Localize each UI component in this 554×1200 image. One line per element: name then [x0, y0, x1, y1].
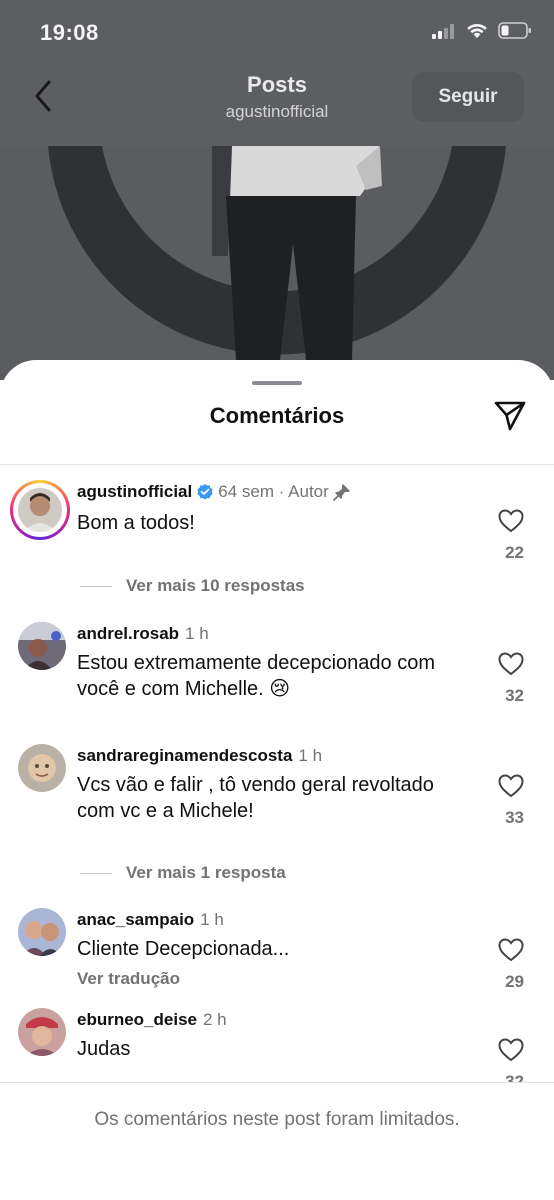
like-count: 29: [505, 972, 524, 991]
status-icons: [432, 22, 532, 39]
comment-meta: 2 h: [203, 1010, 227, 1029]
like-count: 32: [505, 686, 524, 705]
view-more-replies[interactable]: Ver mais 1 resposta: [80, 863, 286, 883]
sheet-grabber[interactable]: [252, 381, 302, 385]
heart-icon[interactable]: [498, 509, 524, 533]
verified-badge-icon: [197, 484, 213, 500]
see-translation-link[interactable]: Ver tradução: [77, 969, 180, 989]
comments-limited-footer: Os comentários neste post foram limitado…: [0, 1082, 554, 1200]
view-more-replies[interactable]: Ver mais 10 respostas: [80, 576, 305, 596]
dimmed-background[interactable]: 19:08 Posts agustinofficial Seguir: [0, 0, 554, 380]
post-photo: [0, 146, 554, 380]
post-image[interactable]: [0, 146, 554, 380]
comment-meta: 1 h: [298, 746, 323, 765]
wifi-icon: [467, 23, 487, 38]
status-bar: 19:08: [0, 0, 554, 60]
comment-meta: 1 h: [200, 910, 224, 929]
comment-username[interactable]: anac_sampaio: [77, 910, 194, 930]
avatar[interactable]: [18, 908, 66, 956]
comment-username[interactable]: eburneo_deise: [77, 1010, 197, 1030]
share-button[interactable]: [492, 398, 528, 434]
comments-limited-notice: Os comentários neste post foram limitado…: [94, 1109, 460, 1130]
comment-username[interactable]: andrel.rosab: [77, 624, 179, 644]
like-count: 33: [505, 808, 524, 827]
comment-text: Vcs vão e falir , tô vendo geral revolta…: [77, 774, 434, 822]
send-icon: [494, 401, 526, 431]
sheet-divider: [0, 464, 554, 465]
comment-meta: 64 sem · Autor: [218, 482, 329, 501]
heart-icon[interactable]: [498, 938, 524, 962]
comment-text: Cliente Decepcionada...: [77, 938, 290, 960]
comment-username[interactable]: agustinofficial: [77, 482, 192, 502]
comment-text: Estou extremamente decepcionado com você…: [77, 652, 435, 700]
follow-button[interactable]: Seguir: [412, 72, 524, 122]
nav-bar: Posts agustinofficial Seguir: [0, 62, 554, 146]
avatar[interactable]: [18, 1008, 66, 1056]
comments-sheet: Comentários agustinofficial 64 sem · Aut…: [0, 360, 554, 1200]
heart-icon[interactable]: [498, 1038, 524, 1062]
heart-icon[interactable]: [498, 774, 524, 798]
avatar[interactable]: [18, 744, 66, 792]
comment-text: Judas: [77, 1038, 131, 1060]
battery-icon: [498, 22, 531, 39]
view-more-replies-label: Ver mais 10 respostas: [126, 576, 305, 595]
sheet-title: Comentários: [209, 403, 345, 428]
heart-icon[interactable]: [498, 652, 524, 676]
status-time: 19:08: [40, 20, 99, 45]
comment-meta: 1 h: [185, 624, 209, 643]
signal-icon: [432, 23, 454, 39]
avatar: [18, 488, 62, 532]
comment-text: Bom a todos!: [77, 512, 195, 534]
view-more-replies-label: Ver mais 1 resposta: [126, 863, 286, 882]
story-ring[interactable]: [10, 480, 70, 540]
like-count: 22: [505, 543, 524, 562]
pin-icon: [332, 484, 350, 501]
comment-username[interactable]: sandrareginamendescosta: [77, 746, 292, 766]
avatar[interactable]: [18, 622, 66, 670]
